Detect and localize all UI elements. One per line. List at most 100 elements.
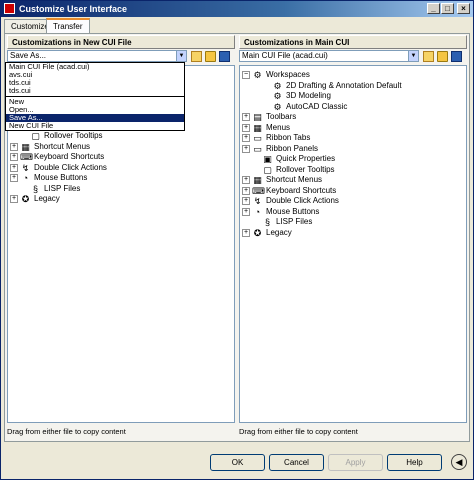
right-tree-view[interactable]: − ⚙ Workspaces ⚙ 2D Drafting & Annotation De… — [239, 65, 467, 423]
dropdown-item[interactable]: tds.cui — [6, 79, 184, 87]
tree-item[interactable]: ⚙ 3D Modeling — [240, 91, 466, 101]
ok-button[interactable]: OK — [210, 454, 265, 471]
left-panel-header: Customizations in New CUI File — [7, 35, 235, 49]
tree-item-label: Menus — [266, 122, 291, 132]
tree-item[interactable]: + ◔ Mouse Buttons — [8, 173, 234, 183]
tree-item[interactable]: ▢ Rollover Tooltips — [8, 131, 234, 141]
expand-icon[interactable]: + — [242, 197, 250, 205]
menu-icon: ▦ — [253, 175, 262, 185]
tree-item[interactable]: + ▦ Menus — [240, 123, 466, 133]
tree-item[interactable]: + ▭ Ribbon Panels — [240, 144, 466, 154]
right-panel-header: Customizations in Main CUI — [239, 35, 467, 49]
open-file-icon[interactable] — [191, 51, 202, 62]
tree-item[interactable]: § LISP Files — [240, 217, 466, 227]
open-file-icon[interactable] — [423, 51, 434, 62]
dropdown-item[interactable]: avs.cui — [6, 71, 184, 79]
tree-item-label: LISP Files — [276, 217, 313, 226]
tree-item-label: 2D Drafting & Annotation Default — [286, 80, 402, 90]
tree-item[interactable]: + ◔ Mouse Buttons — [240, 207, 466, 217]
gear-icon: ⚙ — [273, 80, 282, 91]
apply-button[interactable]: Apply — [328, 454, 383, 471]
close-button[interactable]: × — [457, 3, 470, 14]
chevron-down-icon[interactable]: ▼ — [176, 51, 186, 61]
tree-item-label: Rollover Tooltips — [44, 131, 103, 140]
tree-item[interactable]: ▣ Quick Properties — [240, 154, 466, 164]
dropdown-new-cui-file[interactable]: New CUI File — [6, 122, 184, 130]
expand-icon[interactable]: + — [242, 144, 250, 153]
tree-item-label: Toolbars — [266, 112, 297, 121]
left-file-combo[interactable]: Save As... ▼ — [7, 50, 187, 62]
tree-item[interactable]: + ✪ Legacy — [240, 228, 466, 238]
expand-icon[interactable]: + — [242, 228, 250, 237]
tree-item[interactable]: + ▤ Toolbars — [240, 112, 466, 122]
folder-icon[interactable] — [205, 51, 216, 62]
lisp-icon: § — [32, 183, 38, 194]
ribbon-icon: ▭ — [253, 143, 262, 154]
collapse-icon[interactable]: − — [242, 71, 250, 79]
expand-icon[interactable]: + — [242, 186, 250, 195]
tree-item[interactable]: ▢ Rollover Tooltips — [240, 165, 466, 175]
tooltip-icon: ▢ — [263, 164, 272, 175]
folder-icon[interactable] — [437, 51, 448, 62]
tree-item-label: Workspaces — [266, 70, 310, 79]
tree-item-label: Ribbon Panels — [266, 143, 319, 153]
tree-item-label: 3D Modeling — [286, 91, 331, 100]
expand-icon[interactable]: + — [10, 163, 18, 172]
tree-item[interactable]: + ▦ Shortcut Menus — [240, 175, 466, 185]
lisp-icon: § — [264, 217, 270, 227]
expand-icon[interactable]: + — [242, 123, 250, 132]
cancel-button[interactable]: Cancel — [269, 454, 324, 471]
tree-item[interactable]: + ▦ Shortcut Menus — [8, 142, 234, 152]
expand-icon[interactable]: + — [242, 176, 250, 184]
tree-item[interactable]: − ⚙ Workspaces — [240, 70, 466, 80]
expand-icon[interactable]: + — [242, 113, 250, 121]
tree-item-label: LISP Files — [44, 183, 81, 193]
collapse-button[interactable]: ◀ — [451, 454, 467, 470]
maximize-button[interactable]: □ — [441, 3, 454, 14]
dialog-button-bar: OK Cancel Apply Help ◀ — [1, 446, 473, 479]
tree-item-label: Rollover Tooltips — [276, 164, 335, 174]
app-icon — [4, 3, 15, 14]
menu-icon: ▦ — [253, 122, 262, 133]
help-button[interactable]: Help — [387, 454, 442, 471]
tree-item[interactable]: + ▭ Ribbon Tabs — [240, 133, 466, 143]
tree-item[interactable]: + ⌨ Keyboard Shortcuts — [240, 186, 466, 196]
dropdown-item[interactable]: Main CUI File (acad.cui) — [6, 63, 184, 71]
save-icon[interactable] — [451, 51, 462, 62]
tree-item-label: Shortcut Menus — [34, 141, 91, 151]
dropdown-item[interactable]: tds.cui — [6, 87, 184, 95]
double-click-icon: ↯ — [253, 196, 262, 206]
tree-item[interactable]: + ✪ Legacy — [8, 194, 234, 204]
expand-icon[interactable]: + — [10, 195, 18, 203]
tree-item-label: Mouse Buttons — [266, 206, 320, 216]
tab-transfer[interactable]: Transfer — [46, 18, 90, 34]
tree-item[interactable]: + ⌨ Keyboard Shortcuts — [8, 152, 234, 162]
file-dropdown-list[interactable]: Main CUI File (acad.cui) avs.cui tds.cui… — [5, 62, 185, 131]
chevron-down-icon[interactable]: ▼ — [408, 51, 418, 61]
main-cui-panel: Customizations in Main CUI Main CUI File… — [239, 35, 467, 436]
tree-item[interactable]: + ↯ Double Click Actions — [8, 163, 234, 173]
tree-item-label: Shortcut Menus — [266, 175, 323, 184]
double-click-icon: ↯ — [21, 162, 30, 173]
tree-item[interactable]: ⚙ 2D Drafting & Annotation Default — [240, 81, 466, 91]
mouse-icon: ◔ — [254, 206, 261, 217]
minimize-button[interactable]: _ — [427, 3, 440, 14]
left-status-text: Drag from either file to copy content — [7, 427, 126, 436]
ribbon-icon: ▭ — [253, 133, 262, 143]
tree-item-label: AutoCAD Classic — [286, 101, 348, 111]
expand-icon[interactable]: + — [242, 134, 250, 142]
gear-icon: ⚙ — [273, 101, 282, 112]
expand-icon[interactable]: + — [242, 207, 250, 216]
tree-item[interactable]: § LISP Files — [8, 184, 234, 194]
tree-item-label: Double Click Actions — [266, 196, 339, 205]
title-bar[interactable]: Customize User Interface _ □ × — [1, 1, 473, 17]
right-file-combo[interactable]: Main CUI File (acad.cui) ▼ — [239, 50, 419, 62]
expand-icon[interactable]: + — [10, 153, 18, 161]
gear-icon: ⚙ — [273, 91, 282, 101]
expand-icon[interactable]: + — [10, 142, 18, 151]
save-icon[interactable] — [219, 51, 230, 62]
tree-item-label: Mouse Buttons — [34, 173, 88, 182]
expand-icon[interactable]: + — [10, 174, 18, 182]
tree-item[interactable]: + ↯ Double Click Actions — [240, 196, 466, 206]
tree-item[interactable]: ⚙ AutoCAD Classic — [240, 102, 466, 112]
